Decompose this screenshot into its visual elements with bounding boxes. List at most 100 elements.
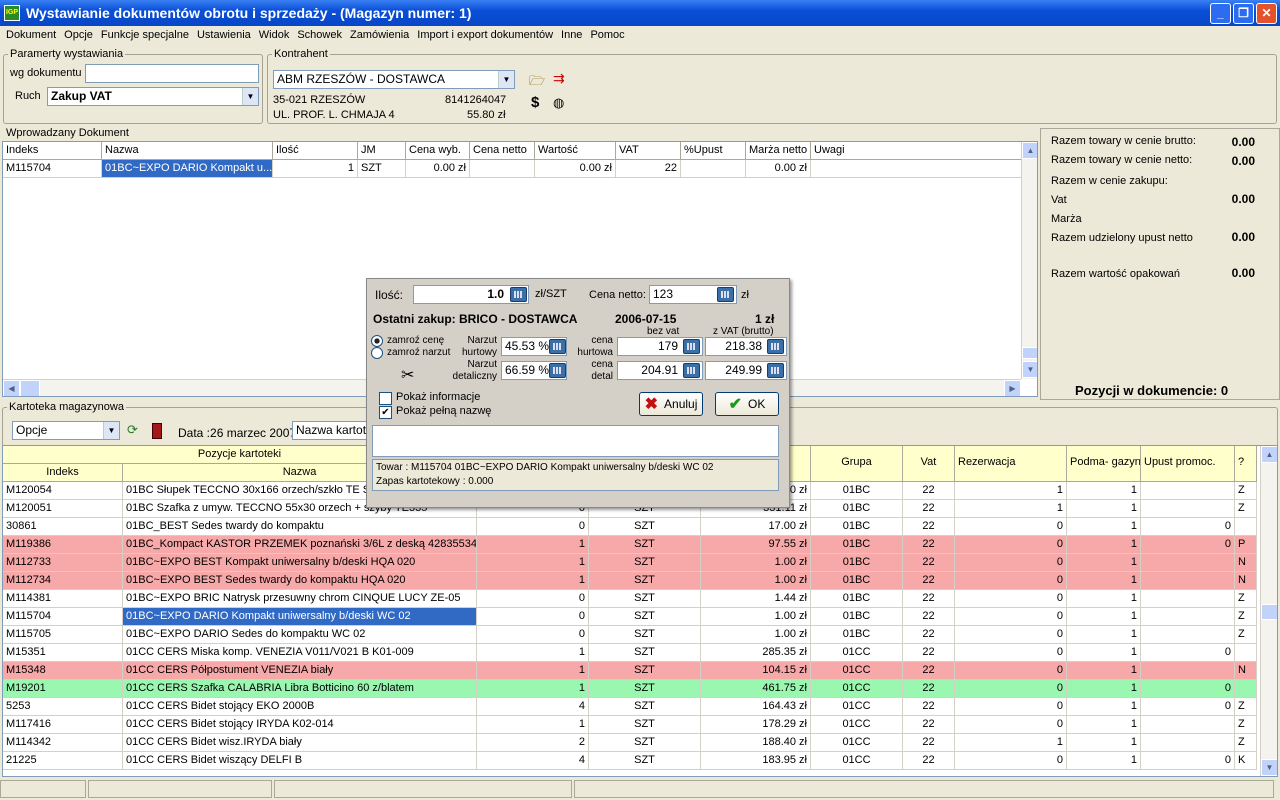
doc-cell[interactable] [811,160,1023,178]
kartoteka-cell[interactable] [1141,716,1235,734]
kartoteka-cell[interactable]: 1 [1067,752,1141,770]
kartoteka-cell[interactable]: 1 [477,536,589,554]
kartoteka-cell[interactable]: Z [1235,608,1257,626]
ruch-select[interactable]: Zakup VAT ▼ [47,87,259,106]
kartoteka-cell[interactable]: 0 [477,518,589,536]
chevron-down-icon[interactable]: ▼ [103,422,119,439]
kartoteka-cell[interactable]: 0 [477,608,589,626]
kartoteka-cell[interactable]: Z [1235,482,1257,500]
kartoteka-cell[interactable]: 0 [955,680,1067,698]
kartoteka-cell[interactable]: M114342 [3,734,123,752]
kartoteka-cell[interactable]: 01CC CERS Bidet wisz.IRYDA biały [123,734,477,752]
kartoteka-cell[interactable]: SZT [589,734,701,752]
anuluj-button[interactable]: ✖ Anuluj [639,392,703,416]
kartoteka-cell[interactable]: 1 [477,572,589,590]
kartoteka-cell[interactable]: 1 [955,734,1067,752]
kartoteka-cell[interactable] [1141,572,1235,590]
kartoteka-cell[interactable]: 188.40 zł [701,734,811,752]
kartoteka-cell[interactable]: 22 [903,716,955,734]
kartoteka-cell[interactable]: 97.55 zł [701,536,811,554]
kartoteka-cell[interactable]: SZT [589,680,701,698]
kartoteka-cell[interactable]: 1 [1067,716,1141,734]
pokaz-nazwe-checkbox[interactable]: ✔ [379,406,392,419]
kartoteka-cell[interactable]: 1 [1067,590,1141,608]
kartoteka-cell[interactable]: SZT [589,608,701,626]
kartoteka-cell[interactable]: 01CC CERS Miska komp. VENEZIA V011/V021 … [123,644,477,662]
kartoteka-cell[interactable]: M112733 [3,554,123,572]
calculator-icon[interactable] [510,287,527,302]
kartoteka-cell[interactable]: 0 [1141,536,1235,554]
kartoteka-cell[interactable]: M117416 [3,716,123,734]
kartoteka-cell[interactable]: 22 [903,572,955,590]
chevron-down-icon[interactable]: ▼ [242,88,258,105]
kartoteka-cell[interactable]: 01CC CERS Półpostument VENEZIA biały [123,662,477,680]
menu-pomoc[interactable]: Pomoc [586,29,628,41]
kartoteka-cell[interactable]: 22 [903,536,955,554]
kartoteka-header[interactable]: Rezerwacja [955,446,1067,482]
doc-header[interactable]: Marża netto [746,142,811,160]
kartoteka-header[interactable]: Indeks [3,464,123,482]
doc-header[interactable]: JM [358,142,406,160]
doc-vscrollbar[interactable]: ▲ ▼ [1021,142,1037,379]
kartoteka-cell[interactable]: 21225 [3,752,123,770]
kartoteka-cell[interactable]: Z [1235,698,1257,716]
kartoteka-cell[interactable]: 1 [1067,536,1141,554]
kartoteka-cell[interactable]: 0 [955,518,1067,536]
kartoteka-cell[interactable]: 4 [477,752,589,770]
kartoteka-cell[interactable]: 1 [477,554,589,572]
kartoteka-cell[interactable]: SZT [589,698,701,716]
kartoteka-cell[interactable]: 01BC~EXPO BRIC Natrysk przesuwny chrom C… [123,590,477,608]
kartoteka-cell[interactable]: M115704 [3,608,123,626]
minimize-button[interactable]: _ [1210,3,1231,24]
kartoteka-cell[interactable]: SZT [589,626,701,644]
kartoteka-cell[interactable]: Z [1235,626,1257,644]
kartoteka-cell[interactable]: 01BC [811,572,903,590]
menu-widok[interactable]: Widok [255,29,294,41]
opcje-select[interactable]: Opcje ▼ [12,421,120,440]
kartoteka-cell[interactable]: Z [1235,590,1257,608]
calculator-icon[interactable] [549,363,566,378]
kartoteka-cell[interactable]: 178.29 zł [701,716,811,734]
kartoteka-cell[interactable]: 1.44 zł [701,590,811,608]
kartoteka-cell[interactable]: 01CC CERS Szafka CALABRIA Libra Botticin… [123,680,477,698]
kartoteka-cell[interactable]: 01BC [811,518,903,536]
kartoteka-cell[interactable]: 0 [955,626,1067,644]
doc-cell[interactable]: 0.00 zł [406,160,470,178]
kartoteka-cell[interactable]: 1 [1067,662,1141,680]
doc-cell[interactable]: 1 [273,160,358,178]
kartoteka-cell[interactable]: 0 [955,662,1067,680]
doc-cell[interactable]: 0.00 zł [535,160,616,178]
kartoteka-cell[interactable]: 1 [477,662,589,680]
kartoteka-cell[interactable]: 461.75 zł [701,680,811,698]
kartoteka-cell[interactable]: 01BC~EXPO DARIO Kompakt uniwersalny b/de… [123,608,477,626]
kartoteka-cell[interactable]: 01BC~EXPO DARIO Sedes do kompaktu WC 02 [123,626,477,644]
kartoteka-cell[interactable]: 01BC [811,554,903,572]
kartoteka-cell[interactable]: 1.00 zł [701,626,811,644]
kartoteka-cell[interactable]: M120051 [3,500,123,518]
kartoteka-cell[interactable]: SZT [589,716,701,734]
kartoteka-header[interactable]: Podma- gazyn [1067,446,1141,482]
kartoteka-cell[interactable]: 5253 [3,698,123,716]
kartoteka-cell[interactable]: Z [1235,716,1257,734]
kartoteka-cell[interactable]: 30861 [3,518,123,536]
menu-zamowienia[interactable]: Zamówienia [346,29,413,41]
kartoteka-cell[interactable]: 1 [1067,626,1141,644]
doc-header[interactable]: Ilość [273,142,358,160]
kartoteka-cell[interactable]: 01BC_Kompact KASTOR PRZEMEK poznański 3/… [123,536,477,554]
kartoteka-header[interactable]: Grupa [811,446,903,482]
kartoteka-cell[interactable]: M119386 [3,536,123,554]
doc-cell[interactable]: 01BC~EXPO DARIO Kompakt u... [102,160,273,178]
kartoteka-cell[interactable]: SZT [589,554,701,572]
kartoteka-cell[interactable]: 1 [1067,608,1141,626]
kartoteka-header[interactable]: Vat [903,446,955,482]
kartoteka-cell[interactable]: 0 [955,608,1067,626]
kartoteka-cell[interactable]: SZT [589,518,701,536]
scissors-icon[interactable]: ✂ [401,365,414,385]
kartoteka-cell[interactable]: 22 [903,698,955,716]
kartoteka-cell[interactable]: 0 [477,626,589,644]
doc-cell[interactable]: SZT [358,160,406,178]
doc-cell[interactable] [681,160,746,178]
kartoteka-cell[interactable]: 0 [1141,644,1235,662]
menu-import[interactable]: Import i export dokumentów [413,29,557,41]
kartoteka-cell[interactable]: 1.00 zł [701,572,811,590]
